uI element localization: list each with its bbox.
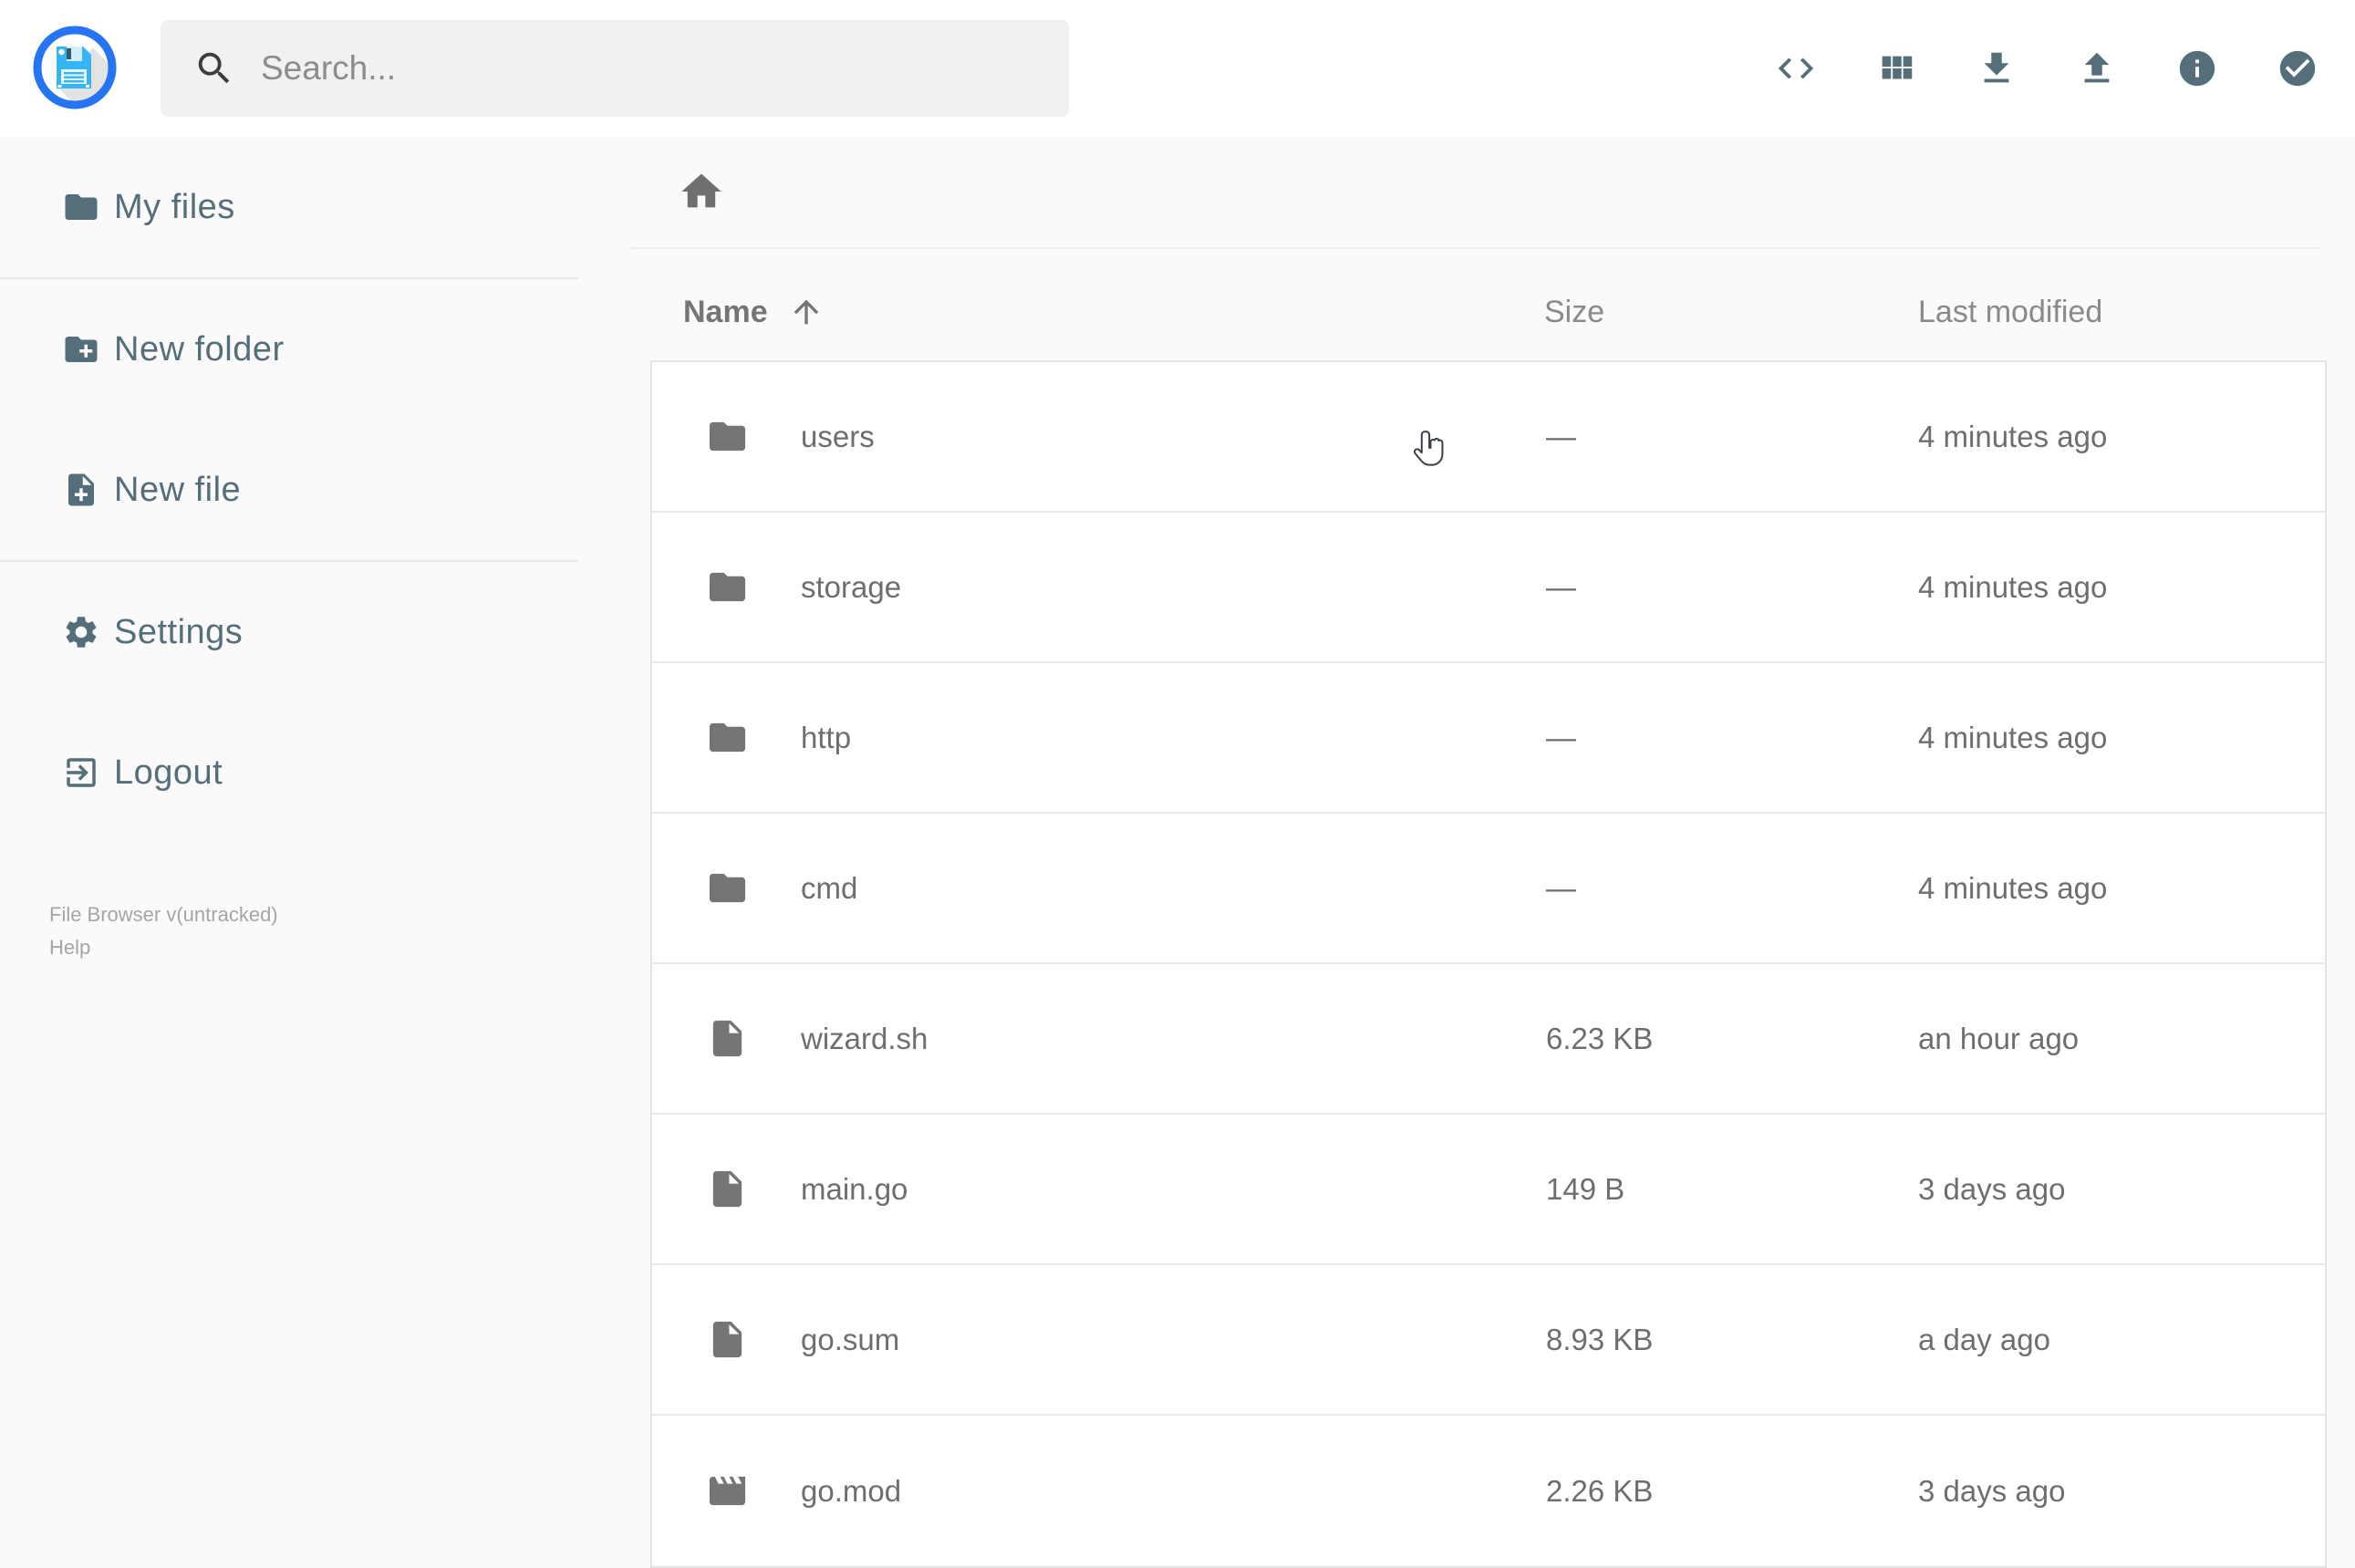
breadcrumb-divider xyxy=(630,247,2321,249)
folder-icon xyxy=(706,716,749,759)
file-size: — xyxy=(1546,569,1576,604)
search-bar[interactable] xyxy=(161,20,1069,117)
upload-icon xyxy=(2076,47,2118,89)
table-row[interactable]: wizard.sh 6.23 KB an hour ago xyxy=(652,964,2325,1115)
file-icon xyxy=(706,1168,749,1210)
file-modified: 4 minutes ago xyxy=(1918,720,2108,754)
table-row[interactable]: go.mod 2.26 KB 3 days ago xyxy=(652,1416,2325,1566)
file-size: 8.93 KB xyxy=(1546,1322,1654,1356)
file-modified: 4 minutes ago xyxy=(1918,419,2108,453)
shell-button[interactable] xyxy=(1775,47,1817,89)
search-input[interactable] xyxy=(259,48,1069,88)
file-size: 2.26 KB xyxy=(1546,1473,1654,1508)
file-icon xyxy=(706,1318,749,1361)
table-row[interactable]: cmd — 4 minutes ago xyxy=(652,814,2325,964)
info-icon xyxy=(2176,47,2218,89)
app-version: File Browser v(untracked) xyxy=(49,903,278,926)
sidebar-item-logout[interactable]: Logout xyxy=(0,702,578,843)
file-listing: users — 4 minutes ago storage — 4 minute… xyxy=(650,360,2327,1568)
logout-icon xyxy=(62,753,100,792)
folder-icon xyxy=(62,188,100,226)
breadcrumb-home-button[interactable] xyxy=(669,160,733,223)
file-name: main.go xyxy=(801,1171,908,1206)
folder-icon xyxy=(706,415,749,458)
info-button[interactable] xyxy=(2176,47,2218,89)
sidebar-item-label: My files xyxy=(114,187,235,226)
file-modified: 3 days ago xyxy=(1918,1171,2066,1206)
top-bar xyxy=(0,0,2355,137)
file-name: http xyxy=(801,720,852,754)
file-name: go.mod xyxy=(801,1473,902,1508)
file-modified: 4 minutes ago xyxy=(1918,569,2108,604)
table-row[interactable]: users — 4 minutes ago xyxy=(652,362,2325,513)
column-header-modified[interactable]: Last modified xyxy=(1918,295,2327,330)
folder-icon xyxy=(706,566,749,608)
file-size: 6.23 KB xyxy=(1546,1021,1654,1055)
folder-plus-icon xyxy=(62,330,100,369)
table-row[interactable]: storage — 4 minutes ago xyxy=(652,513,2325,663)
file-size: 149 B xyxy=(1546,1171,1625,1206)
listing-column-headers: Name Size Last modified xyxy=(650,274,2327,350)
file-name: go.sum xyxy=(801,1322,900,1356)
sidebar: My files New folder New file Settings Lo… xyxy=(0,137,578,1514)
sidebar-item-label: New folder xyxy=(114,329,285,369)
select-multiple-button[interactable] xyxy=(2277,47,2319,89)
table-row[interactable]: http — 4 minutes ago xyxy=(652,663,2325,814)
file-name: storage xyxy=(801,569,902,604)
download-icon xyxy=(1976,47,2018,89)
sidebar-footer: File Browser v(untracked) Help xyxy=(49,898,278,964)
file-size: — xyxy=(1546,419,1576,453)
switch-view-button[interactable] xyxy=(1875,47,1917,89)
check-circle-icon xyxy=(2277,47,2319,89)
table-row[interactable]: main.go 149 B 3 days ago xyxy=(652,1115,2325,1265)
file-size: — xyxy=(1546,870,1576,905)
file-name: wizard.sh xyxy=(801,1021,929,1055)
sidebar-item-label: New file xyxy=(114,470,242,509)
file-modified: 4 minutes ago xyxy=(1918,870,2108,905)
gear-icon xyxy=(62,613,100,651)
file-modified: a day ago xyxy=(1918,1322,2050,1356)
search-icon xyxy=(193,47,235,89)
home-icon xyxy=(678,168,725,215)
sidebar-item-settings[interactable]: Settings xyxy=(0,562,578,702)
column-header-name[interactable]: Name xyxy=(683,294,1544,330)
sort-ascending-icon xyxy=(788,294,825,330)
sidebar-item-label: Logout xyxy=(114,753,223,792)
sidebar-item-label: Settings xyxy=(114,612,244,651)
file-plus-icon xyxy=(62,471,100,509)
file-size: — xyxy=(1546,720,1576,754)
upload-button[interactable] xyxy=(2076,47,2118,89)
grid-icon xyxy=(1875,47,1917,89)
help-link[interactable]: Help xyxy=(49,931,90,964)
sidebar-item-new-file[interactable]: New file xyxy=(0,420,578,560)
file-browser-logo[interactable] xyxy=(29,22,120,113)
code-icon xyxy=(1775,47,1817,89)
sidebar-item-my-files[interactable]: My files xyxy=(0,137,578,277)
sidebar-item-new-folder[interactable]: New folder xyxy=(0,279,578,420)
movie-icon xyxy=(706,1469,749,1512)
file-icon xyxy=(706,1017,749,1060)
main-area: Name Size Last modified users — 4 minute… xyxy=(578,137,2355,1568)
download-button[interactable] xyxy=(1976,47,2018,89)
table-row[interactable]: go.sum 8.93 KB a day ago xyxy=(652,1265,2325,1416)
file-name: cmd xyxy=(801,870,858,905)
file-modified: 3 days ago xyxy=(1918,1473,2066,1508)
column-header-size[interactable]: Size xyxy=(1544,295,1918,330)
folder-icon xyxy=(706,867,749,909)
header-actions xyxy=(1775,0,2319,137)
file-name: users xyxy=(801,419,875,453)
file-modified: an hour ago xyxy=(1918,1021,2080,1055)
